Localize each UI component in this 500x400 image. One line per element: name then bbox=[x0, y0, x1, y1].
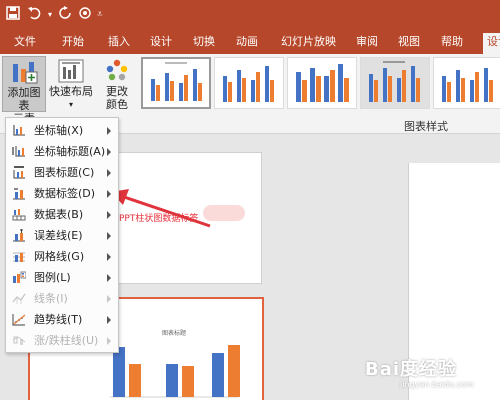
add-chart-element-label-1: 添加图表 bbox=[7, 86, 41, 112]
change-colors-label-1: 更改 bbox=[106, 85, 128, 98]
quick-layout-icon bbox=[58, 59, 84, 83]
repeat-icon[interactable] bbox=[58, 6, 72, 26]
chart-title-icon bbox=[13, 166, 25, 179]
submenu-arrow-icon bbox=[107, 337, 111, 345]
submenu-arrow-icon bbox=[107, 295, 111, 303]
menu-item-legend[interactable]: 图例(L) bbox=[6, 267, 118, 288]
menu-item-data-labels[interactable]: 数据标签(D) bbox=[6, 183, 118, 204]
tab-slideshow[interactable]: 幻灯片放映 bbox=[281, 35, 336, 49]
chart-bar bbox=[129, 364, 141, 397]
chart-style-5[interactable] bbox=[433, 57, 500, 109]
chart-title: 图表标题 bbox=[162, 330, 187, 337]
save-icon[interactable] bbox=[6, 6, 20, 26]
menu-item-axis-titles[interactable]: 坐标轴标题(A) bbox=[6, 141, 118, 162]
axis-title-icon bbox=[12, 146, 25, 157]
customize-quick-access-icon[interactable]: ⩡ bbox=[97, 6, 103, 24]
title-bar: ▾ ⩡ bbox=[0, 0, 500, 30]
tab-chart-design[interactable]: 设计 bbox=[483, 33, 500, 54]
error-bars-icon bbox=[13, 229, 25, 242]
tab-home[interactable]: 开始 bbox=[62, 35, 84, 49]
color-palette-icon bbox=[106, 59, 128, 81]
submenu-arrow-icon bbox=[107, 211, 111, 219]
chart-style-thumbnail bbox=[296, 64, 349, 102]
chart-styles-gallery bbox=[137, 57, 500, 113]
menu-item-label: 网格线(G) bbox=[34, 250, 85, 263]
undo-icon[interactable] bbox=[27, 6, 43, 26]
submenu-arrow-icon bbox=[107, 274, 111, 282]
tab-file[interactable]: 文件 bbox=[14, 35, 36, 49]
annotation-arrow bbox=[111, 189, 211, 228]
menu-item-gridlines[interactable]: 网格线(G) bbox=[6, 246, 118, 267]
axes-icon bbox=[13, 125, 25, 136]
submenu-arrow-icon bbox=[107, 190, 111, 198]
chart-style-thumbnail bbox=[442, 68, 493, 102]
tab-animations[interactable]: 动画 bbox=[236, 35, 258, 49]
quick-layout-button[interactable]: 快速布局 ▾ bbox=[49, 56, 93, 112]
chart-bar bbox=[182, 366, 194, 397]
data-table-icon bbox=[12, 209, 26, 221]
tab-help[interactable]: 帮助 bbox=[441, 35, 463, 49]
gridlines-icon bbox=[13, 252, 25, 262]
presentation-icon[interactable] bbox=[78, 6, 94, 26]
menu-item-label: 趋势线(T) bbox=[34, 313, 83, 326]
menu-item-up-down-bars: 涨/跌柱线(U) bbox=[6, 330, 118, 351]
chart-style-4[interactable] bbox=[360, 57, 430, 109]
legend-icon bbox=[13, 271, 26, 283]
chart-bar bbox=[212, 353, 224, 397]
chart-bar bbox=[228, 345, 240, 397]
undo-dropdown-icon[interactable]: ▾ bbox=[48, 6, 52, 24]
chevron-down-icon: ▾ bbox=[68, 100, 73, 109]
menu-item-label: 误差线(E) bbox=[34, 229, 83, 242]
submenu-arrow-icon bbox=[107, 148, 111, 156]
menu-item-data-table[interactable]: 数据表(B) bbox=[6, 204, 118, 225]
menu-item-chart-title[interactable]: 图表标题(C) bbox=[6, 162, 118, 183]
menu-item-trendline[interactable]: 趋势线(T) bbox=[6, 309, 118, 330]
menu-item-label: 数据标签(D) bbox=[34, 187, 96, 200]
trendline-icon bbox=[12, 314, 26, 326]
submenu-arrow-icon bbox=[107, 316, 111, 324]
watermark-logo: Bai度经验 bbox=[365, 359, 458, 380]
menu-item-label: 图例(L) bbox=[34, 271, 71, 284]
menu-item-label: 线条(I) bbox=[34, 292, 68, 305]
change-colors-button[interactable]: 更改 颜色 bbox=[100, 56, 134, 112]
tab-insert[interactable]: 插入 bbox=[108, 35, 130, 49]
tab-transitions[interactable]: 切换 bbox=[193, 35, 215, 49]
chart-bar bbox=[166, 364, 178, 397]
add-chart-element-button[interactable]: 添加图表 元素 bbox=[2, 56, 46, 125]
chart-style-thumbnail bbox=[223, 66, 274, 102]
submenu-arrow-icon bbox=[107, 253, 111, 261]
menu-item-error-bars[interactable]: 误差线(E) bbox=[6, 225, 118, 246]
chart-style-thumbnail bbox=[151, 62, 202, 101]
add-chart-element-icon bbox=[13, 62, 38, 84]
menu-item-label: 数据表(B) bbox=[34, 208, 84, 221]
ribbon-tabs: 文件 开始 插入 设计 切换 动画 幻灯片放映 审阅 视图 帮助 设计 bbox=[0, 30, 500, 54]
change-colors-label-2: 颜色 bbox=[106, 98, 128, 111]
chart-styles-group-label: 图表样式 bbox=[404, 120, 448, 133]
menu-item-label: 图表标题(C) bbox=[34, 166, 95, 179]
tab-review[interactable]: 审阅 bbox=[356, 35, 378, 49]
chart-style-1[interactable] bbox=[141, 57, 211, 109]
quick-layout-label: 快速布局 bbox=[49, 85, 93, 98]
up-down-bars-icon bbox=[12, 336, 26, 345]
menu-item-label: 涨/跌柱线(U) bbox=[34, 334, 99, 347]
menu-item-axes[interactable]: 坐标轴(X) bbox=[6, 120, 118, 141]
chart-style-thumbnail bbox=[369, 61, 420, 102]
add-chart-element-menu: 坐标轴(X) 坐标轴标题(A) 图表标题(C) 数据标签(D) 数据表(B) 误… bbox=[5, 117, 119, 353]
clustered-column-chart bbox=[110, 345, 240, 398]
tab-view[interactable]: 视图 bbox=[398, 35, 420, 49]
menu-item-lines: 线条(I) bbox=[6, 288, 118, 309]
lines-icon bbox=[12, 293, 26, 304]
menu-item-label: 坐标轴标题(A) bbox=[34, 145, 106, 158]
chart-bar bbox=[113, 347, 125, 397]
submenu-arrow-icon bbox=[107, 232, 111, 240]
watermark-url: jingyan.baidu.com bbox=[400, 380, 474, 389]
submenu-arrow-icon bbox=[107, 127, 111, 135]
data-labels-icon bbox=[13, 188, 25, 200]
chart-style-3[interactable] bbox=[287, 57, 357, 109]
menu-item-label: 坐标轴(X) bbox=[34, 124, 84, 137]
chart-style-2[interactable] bbox=[214, 57, 284, 109]
submenu-arrow-icon bbox=[107, 169, 111, 177]
tab-design[interactable]: 设计 bbox=[150, 35, 172, 49]
